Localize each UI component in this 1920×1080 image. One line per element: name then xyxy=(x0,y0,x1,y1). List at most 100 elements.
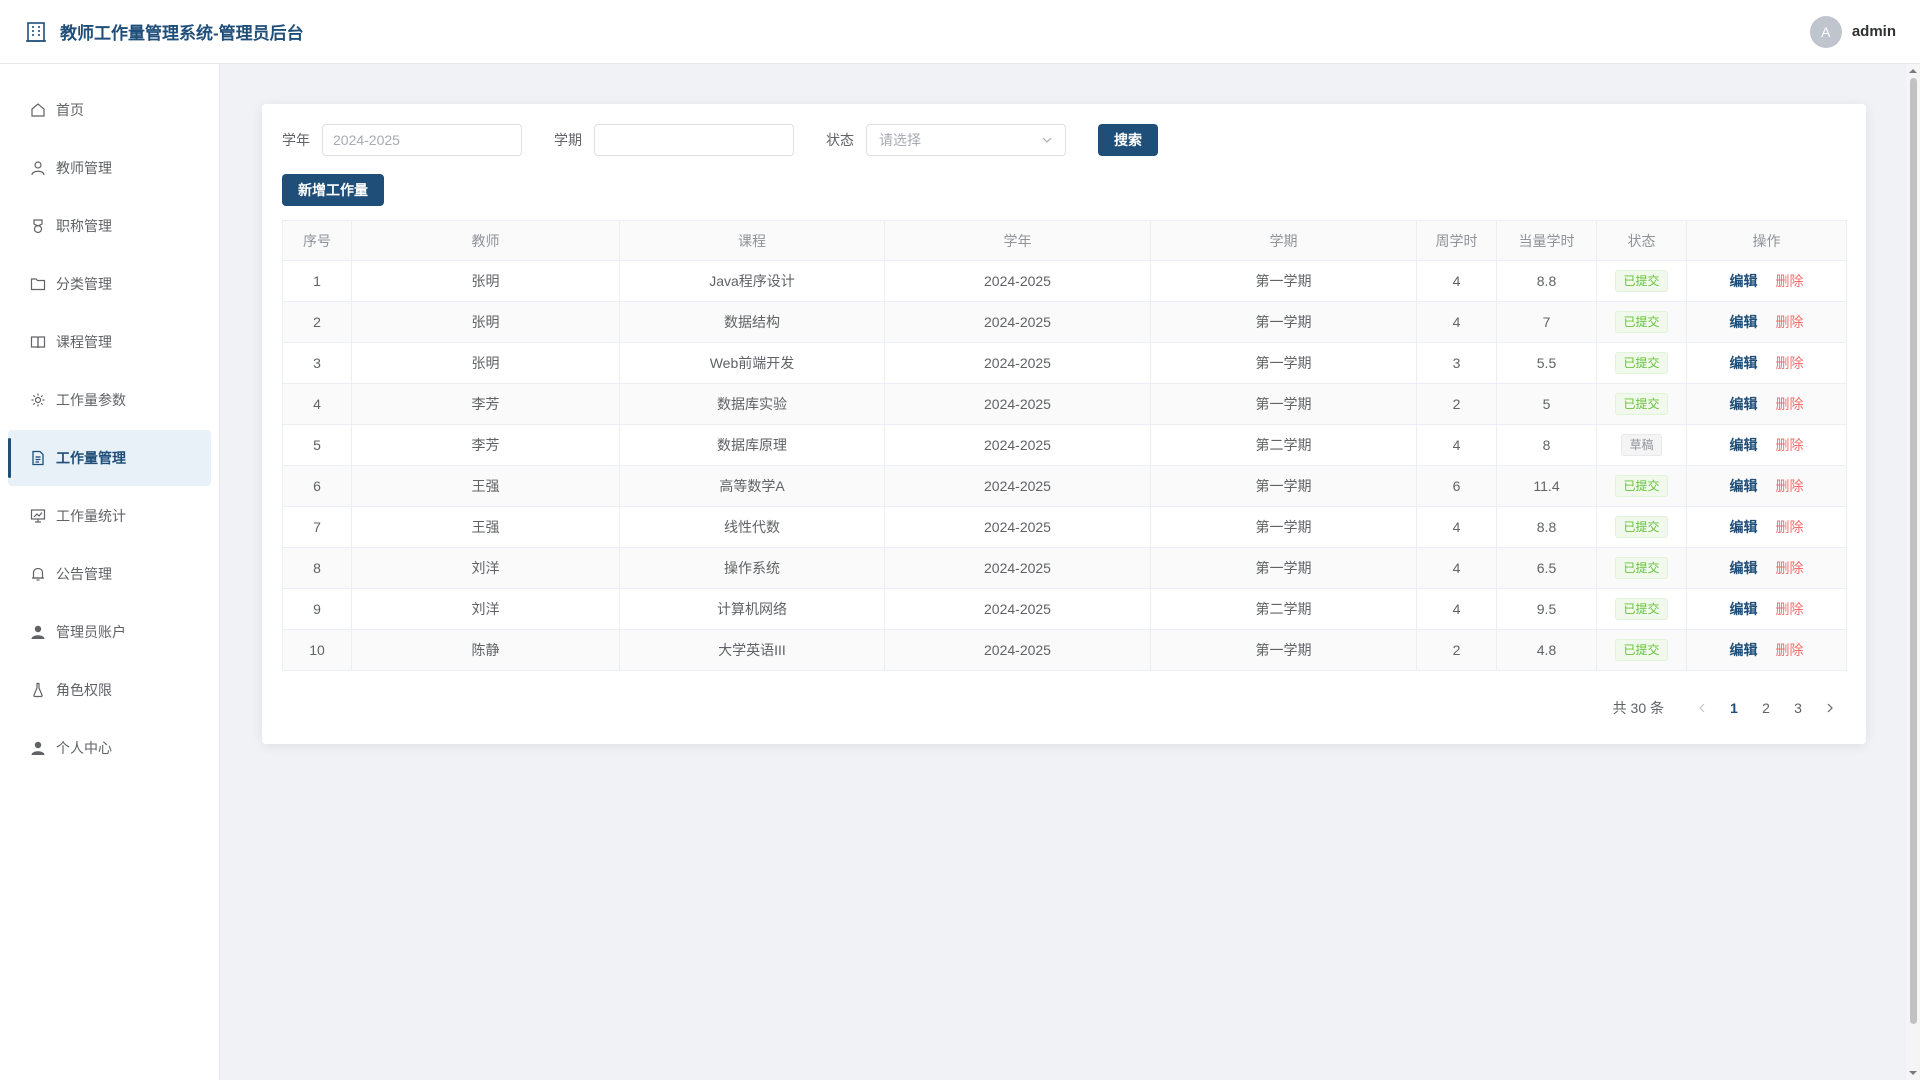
edit-button[interactable]: 编辑 xyxy=(1730,396,1758,412)
delete-button[interactable]: 删除 xyxy=(1776,478,1804,494)
cell-no: 3 xyxy=(282,342,352,384)
col-header-course: 课程 xyxy=(619,220,885,261)
user-menu[interactable]: A admin xyxy=(1809,15,1896,48)
cell-term: 第一学期 xyxy=(1150,301,1417,343)
total-count: 共 30 条 xyxy=(1612,700,1664,716)
search-button[interactable]: 搜索 xyxy=(1098,124,1158,156)
sidebar-item-categories[interactable]: 分类管理 xyxy=(8,256,211,312)
delete-button[interactable]: 删除 xyxy=(1776,601,1804,617)
sidebar-item-announcements[interactable]: 公告管理 xyxy=(8,546,211,602)
cell-equiv-hours: 11.4 xyxy=(1496,465,1597,507)
cell-status: 已提交 xyxy=(1596,588,1687,630)
cell-term: 第一学期 xyxy=(1150,260,1417,302)
add-workload-button[interactable]: 新增工作量 xyxy=(282,174,384,206)
delete-button[interactable]: 删除 xyxy=(1776,396,1804,412)
sidebar-item-profile[interactable]: 个人中心 xyxy=(8,720,211,776)
cell-actions: 编辑 删除 xyxy=(1686,547,1847,589)
scrollbar-thumb[interactable] xyxy=(1910,78,1917,1024)
cell-status: 已提交 xyxy=(1596,629,1687,671)
cell-weekly-hours: 4 xyxy=(1416,506,1497,548)
page-1[interactable]: 1 xyxy=(1718,700,1750,716)
delete-button[interactable]: 删除 xyxy=(1776,355,1804,371)
cell-equiv-hours: 8.8 xyxy=(1496,506,1597,548)
sidebar: 首页 教师管理 职称管理 分类管理 课程管理 工作量参数 工作量管理 工作量统计… xyxy=(0,64,220,1080)
cell-year: 2024-2025 xyxy=(884,301,1151,343)
next-page-button[interactable] xyxy=(1814,702,1846,714)
year-label: 学年 xyxy=(282,132,310,148)
workload-table: 序号 教师 课程 学年 学期 周学时 当量学时 状态 操作 1 张明 Java程序设… xyxy=(282,220,1847,671)
table-row: 8 刘洋 操作系统 2024-2025 第一学期 4 6.5 已提交 编辑 删除 xyxy=(282,547,1847,589)
sidebar-item-courses[interactable]: 课程管理 xyxy=(8,314,211,370)
cell-equiv-hours: 9.5 xyxy=(1496,588,1597,630)
sidebar-item-roles[interactable]: 角色权限 xyxy=(8,662,211,718)
cell-status: 草稿 xyxy=(1596,424,1687,466)
delete-button[interactable]: 删除 xyxy=(1776,642,1804,658)
delete-button[interactable]: 删除 xyxy=(1776,519,1804,535)
avatar[interactable]: A xyxy=(1809,15,1842,48)
term-label: 学期 xyxy=(554,132,582,148)
sidebar-item-label: 工作量统计 xyxy=(56,508,126,524)
page-2[interactable]: 2 xyxy=(1750,700,1782,716)
cell-no: 5 xyxy=(282,424,352,466)
sidebar-item-admin-accounts[interactable]: 管理员账户 xyxy=(8,604,211,660)
cell-status: 已提交 xyxy=(1596,342,1687,384)
scroll-up-icon[interactable] xyxy=(1908,66,1918,76)
cell-actions: 编辑 删除 xyxy=(1686,260,1847,302)
edit-button[interactable]: 编辑 xyxy=(1730,314,1758,330)
delete-button[interactable]: 删除 xyxy=(1776,437,1804,453)
document-icon xyxy=(32,450,44,466)
cell-course: 计算机网络 xyxy=(619,588,885,630)
sidebar-item-workload-params[interactable]: 工作量参数 xyxy=(8,372,211,428)
cell-course: 大学英语III xyxy=(619,629,885,671)
edit-button[interactable]: 编辑 xyxy=(1730,355,1758,371)
top-header: 教师工作量管理系统-管理员后台 A admin xyxy=(0,0,1920,64)
delete-button[interactable]: 删除 xyxy=(1776,273,1804,289)
cell-equiv-hours: 8.8 xyxy=(1496,260,1597,302)
year-input[interactable] xyxy=(322,124,522,156)
cell-course: 数据库实验 xyxy=(619,383,885,425)
cell-teacher: 张明 xyxy=(351,301,620,343)
sidebar-item-label: 公告管理 xyxy=(56,566,112,582)
cell-no: 4 xyxy=(282,383,352,425)
chart-board-icon xyxy=(30,509,46,523)
edit-button[interactable]: 编辑 xyxy=(1730,601,1758,617)
sidebar-item-home[interactable]: 首页 xyxy=(8,82,211,138)
cell-term: 第一学期 xyxy=(1150,465,1417,507)
username[interactable]: admin xyxy=(1852,23,1896,40)
prev-page-button[interactable] xyxy=(1686,702,1718,714)
edit-button[interactable]: 编辑 xyxy=(1730,642,1758,658)
cell-course: 高等数学A xyxy=(619,465,885,507)
sidebar-item-workload-stats[interactable]: 工作量统计 xyxy=(8,488,211,544)
cell-term: 第二学期 xyxy=(1150,588,1417,630)
table-header-row: 序号 教师 课程 学年 学期 周学时 当量学时 状态 操作 xyxy=(282,220,1847,261)
chevron-right-icon xyxy=(1827,703,1833,713)
edit-button[interactable]: 编辑 xyxy=(1730,478,1758,494)
term-input[interactable] xyxy=(594,124,794,156)
edit-button[interactable]: 编辑 xyxy=(1730,560,1758,576)
gear-icon xyxy=(31,393,45,407)
edit-button[interactable]: 编辑 xyxy=(1730,519,1758,535)
cell-term: 第一学期 xyxy=(1150,629,1417,671)
cell-weekly-hours: 4 xyxy=(1416,260,1497,302)
cell-no: 1 xyxy=(282,260,352,302)
sidebar-item-titles[interactable]: 职称管理 xyxy=(8,198,211,254)
edit-button[interactable]: 编辑 xyxy=(1730,437,1758,453)
cell-year: 2024-2025 xyxy=(884,383,1151,425)
edit-button[interactable]: 编辑 xyxy=(1730,273,1758,289)
sidebar-item-workload-management[interactable]: 工作量管理 xyxy=(8,430,211,486)
sidebar-item-teachers[interactable]: 教师管理 xyxy=(8,140,211,196)
table-body: 1 张明 Java程序设计 2024-2025 第一学期 4 8.8 已提交 编辑 删除 2 张明 数据… xyxy=(282,260,1847,671)
page-3[interactable]: 3 xyxy=(1782,700,1814,716)
status-select[interactable]: 请选择 xyxy=(866,124,1066,156)
user-icon xyxy=(31,161,45,176)
page-scrollbar[interactable] xyxy=(1906,64,1920,1080)
delete-button[interactable]: 删除 xyxy=(1776,314,1804,330)
col-header-status: 状态 xyxy=(1596,220,1687,261)
col-header-term: 学期 xyxy=(1150,220,1417,261)
delete-button[interactable]: 删除 xyxy=(1776,560,1804,576)
cell-no: 7 xyxy=(282,506,352,548)
scroll-down-icon[interactable] xyxy=(1908,1068,1918,1078)
col-header-actions: 操作 xyxy=(1686,220,1847,261)
pagination: 共 30 条 1 2 3 xyxy=(1613,698,1846,718)
cell-no: 2 xyxy=(282,301,352,343)
